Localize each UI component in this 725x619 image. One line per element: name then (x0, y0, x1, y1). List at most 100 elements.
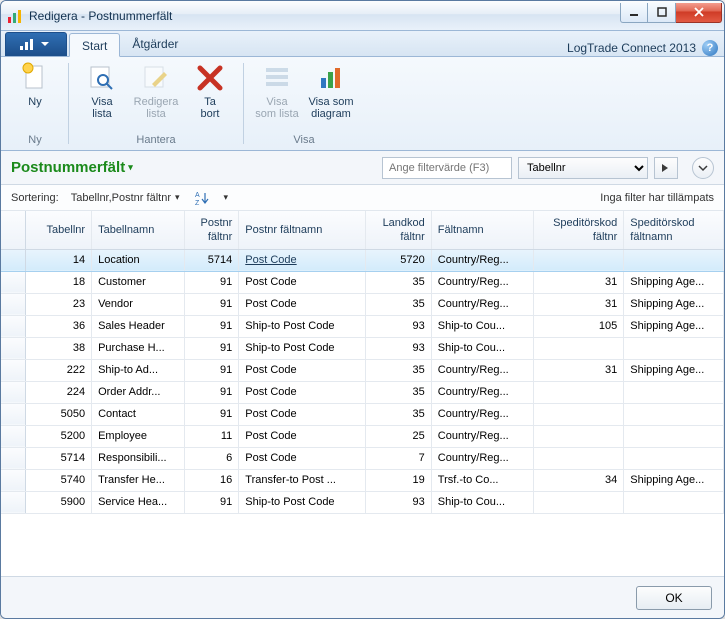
cell[interactable] (624, 403, 724, 425)
cell[interactable] (624, 425, 724, 447)
cell[interactable]: Purchase H... (92, 337, 185, 359)
cell[interactable]: 222 (26, 359, 92, 381)
cell[interactable]: Country/Reg... (431, 293, 533, 315)
cell[interactable]: 5714 (184, 249, 238, 271)
cell[interactable]: 6 (184, 447, 238, 469)
cell[interactable]: Country/Reg... (431, 359, 533, 381)
filter-go-button[interactable] (654, 157, 678, 179)
page-title[interactable]: Postnummerfält ▾ (11, 159, 133, 176)
table-row[interactable]: 224Order Addr...91Post Code35Country/Reg… (1, 381, 724, 403)
cell[interactable]: 91 (184, 293, 238, 315)
col-tabellnr[interactable]: Tabellnr (26, 211, 92, 249)
row-selector-header[interactable] (1, 211, 26, 249)
cell[interactable]: 91 (184, 491, 238, 513)
cell[interactable]: Shipping Age... (624, 359, 724, 381)
cell[interactable] (1, 359, 26, 381)
cell[interactable]: 93 (366, 315, 432, 337)
cell[interactable]: Ship-to Ad... (92, 359, 185, 381)
cell[interactable] (624, 337, 724, 359)
cell[interactable]: 31 (533, 359, 624, 381)
cell[interactable] (533, 249, 624, 271)
cell[interactable]: Shipping Age... (624, 271, 724, 293)
cell[interactable]: 5740 (26, 469, 92, 491)
table-row[interactable]: 38Purchase H...91Ship-to Post Code93Ship… (1, 337, 724, 359)
cell[interactable] (1, 337, 26, 359)
table-row[interactable]: 5900Service Hea...91Ship-to Post Code93S… (1, 491, 724, 513)
cell[interactable]: Post Code (239, 447, 366, 469)
cell[interactable]: Ship-to Post Code (239, 315, 366, 337)
table-row[interactable]: 23Vendor91Post Code35Country/Reg...31Shi… (1, 293, 724, 315)
cell[interactable]: 91 (184, 271, 238, 293)
cell[interactable]: 5720 (366, 249, 432, 271)
cell[interactable]: Country/Reg... (431, 271, 533, 293)
col-postnr-faltnr[interactable]: Postnr fältnr (184, 211, 238, 249)
cell[interactable]: 35 (366, 293, 432, 315)
table-row[interactable]: 5740Transfer He...16Transfer-to Post ...… (1, 469, 724, 491)
cell[interactable] (1, 491, 26, 513)
cell[interactable]: Ship-to Cou... (431, 491, 533, 513)
maximize-button[interactable] (648, 3, 676, 23)
cell[interactable]: 38 (26, 337, 92, 359)
cell[interactable]: Contact (92, 403, 185, 425)
cell[interactable]: Vendor (92, 293, 185, 315)
table-row[interactable]: 222Ship-to Ad...91Post Code35Country/Reg… (1, 359, 724, 381)
cell[interactable]: Post Code (239, 381, 366, 403)
view-as-chart-button[interactable]: Visa som diagram (305, 59, 357, 132)
cell[interactable]: Country/Reg... (431, 381, 533, 403)
ok-button[interactable]: OK (636, 586, 712, 610)
table-row[interactable]: 36Sales Header91Ship-to Post Code93Ship-… (1, 315, 724, 337)
cell[interactable]: 35 (366, 359, 432, 381)
cell[interactable]: Country/Reg... (431, 447, 533, 469)
cell[interactable]: Order Addr... (92, 381, 185, 403)
cell[interactable] (533, 381, 624, 403)
sort-az-button[interactable]: AZ (192, 188, 212, 208)
cell[interactable] (533, 491, 624, 513)
help-icon[interactable]: ? (702, 40, 718, 56)
cell[interactable]: Post Code (239, 271, 366, 293)
cell[interactable]: Trsf.-to Co... (431, 469, 533, 491)
cell[interactable]: Shipping Age... (624, 315, 724, 337)
cell[interactable] (624, 447, 724, 469)
data-grid[interactable]: Tabellnr Tabellnamn Postnr fältnr Postnr… (1, 211, 724, 576)
cell[interactable] (624, 381, 724, 403)
cell[interactable]: Ship-to Post Code (239, 491, 366, 513)
close-button[interactable] (676, 3, 722, 23)
cell[interactable]: Service Hea... (92, 491, 185, 513)
cell[interactable] (1, 381, 26, 403)
cell[interactable]: 18 (26, 271, 92, 293)
cell[interactable] (624, 249, 724, 271)
cell[interactable] (1, 425, 26, 447)
cell[interactable]: 36 (26, 315, 92, 337)
cell[interactable] (1, 469, 26, 491)
cell[interactable]: 19 (366, 469, 432, 491)
cell[interactable]: Transfer-to Post ... (239, 469, 366, 491)
cell[interactable]: Post Code (239, 425, 366, 447)
cell[interactable]: Responsibili... (92, 447, 185, 469)
view-list-button[interactable]: Visa lista (76, 59, 128, 132)
cell[interactable]: 105 (533, 315, 624, 337)
collapse-filter-button[interactable] (692, 157, 714, 179)
cell[interactable] (1, 447, 26, 469)
cell[interactable]: 16 (184, 469, 238, 491)
cell[interactable]: 31 (533, 271, 624, 293)
cell[interactable]: 224 (26, 381, 92, 403)
cell[interactable] (624, 491, 724, 513)
cell[interactable]: Post Code (239, 249, 366, 271)
cell[interactable]: 7 (366, 447, 432, 469)
cell[interactable]: Transfer He... (92, 469, 185, 491)
cell[interactable]: Shipping Age... (624, 293, 724, 315)
edit-list-button[interactable]: Redigera lista (130, 59, 182, 132)
filter-value-input[interactable] (382, 157, 512, 179)
cell[interactable]: 35 (366, 381, 432, 403)
cell[interactable] (533, 425, 624, 447)
tab-start[interactable]: Start (69, 33, 120, 57)
table-row[interactable]: 5714Responsibili...6Post Code7Country/Re… (1, 447, 724, 469)
cell[interactable]: 5900 (26, 491, 92, 513)
cell[interactable]: 5050 (26, 403, 92, 425)
cell[interactable]: 35 (366, 271, 432, 293)
cell[interactable] (533, 337, 624, 359)
minimize-button[interactable] (620, 3, 648, 23)
cell[interactable]: Post Code (239, 403, 366, 425)
cell[interactable]: 35 (366, 403, 432, 425)
cell[interactable]: 14 (26, 249, 92, 271)
